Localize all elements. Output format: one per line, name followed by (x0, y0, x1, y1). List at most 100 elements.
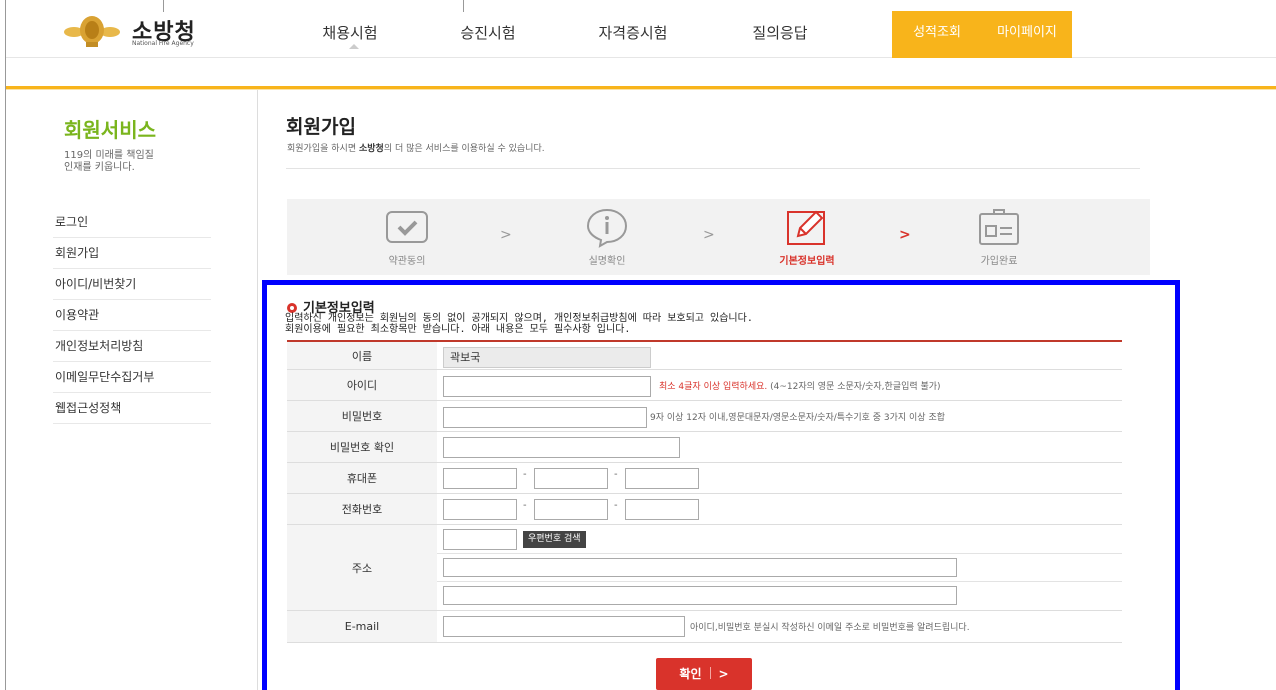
phone-field-3[interactable] (625, 499, 699, 520)
field-label: 주소 (287, 525, 437, 610)
nav-recruit-exam[interactable]: 채용시험 (286, 11, 414, 58)
dash-separator: - (614, 500, 618, 511)
field-cell: - - (437, 494, 1122, 524)
sidebar-description: 119의 미래를 책임질 인재를 키웁니다. (64, 150, 204, 174)
field-cell: - - (437, 463, 1122, 493)
nav-promotion-exam[interactable]: 승진시험 (424, 11, 552, 58)
password-confirm-field[interactable] (443, 437, 680, 458)
sidebar-item-email-refusal[interactable]: 이메일무단수집거부 (53, 362, 211, 393)
info-icon (586, 208, 628, 248)
sidebar-item-find-id-pw[interactable]: 아이디/비번찾기 (53, 269, 211, 300)
emblem-icon (64, 16, 120, 47)
step-verify: 실명확인 (547, 199, 667, 275)
email-hint: 아이디,비밀번호 분실시 작성하신 이메일 주소로 비밀번호를 알려드립니다. (690, 623, 970, 633)
field-cell: 9자 이상 12자 이내,영문대문자/영문소문자/숫자/특수기호 중 3가지 이… (437, 401, 1122, 431)
site-logo[interactable]: 소방청 National Fire Agency (64, 10, 224, 50)
form-row-mobile: 휴대폰 - - (287, 463, 1122, 494)
field-cell: 아이디,비밀번호 분실시 작성하신 이메일 주소로 비밀번호를 알려드립니다. (437, 611, 1122, 642)
sidebar: 회원서비스 119의 미래를 책임질 인재를 키웁니다. 로그인 회원가입 아이… (6, 90, 258, 690)
button-separator (709, 667, 711, 679)
page: { "header": { "logo_text": "소방청", "logo_… (0, 0, 1276, 690)
sidebar-item-terms[interactable]: 이용약관 (53, 300, 211, 331)
step-label: 가입완료 (980, 256, 1018, 267)
password-field[interactable] (443, 407, 647, 428)
address-field-2[interactable] (443, 586, 957, 605)
field-label: 비밀번호 (287, 401, 437, 431)
divider (437, 581, 1122, 582)
address-field-1[interactable] (443, 558, 957, 577)
sidebar-title: 회원서비스 (64, 118, 156, 142)
nav-license-exam[interactable]: 자격증시험 (568, 11, 698, 58)
email-field[interactable] (443, 616, 685, 637)
id-hint-rule: (4~12자의 영문 소문자/숫자,한글입력 불가) (770, 382, 941, 392)
form-row-address: 주소 우편번호 검색 (287, 525, 1122, 611)
nav-indicator (349, 44, 359, 49)
step-arrow: > (703, 227, 715, 243)
sidebar-desc-line: 119의 미래를 책임질 (64, 150, 154, 161)
sidebar-item-accessibility[interactable]: 웹접근성정책 (53, 393, 211, 424)
field-label: 이름 (287, 342, 437, 369)
zipcode-search-button[interactable]: 우편번호 검색 (523, 531, 586, 548)
step-label: 실명확인 (588, 256, 626, 267)
phone-field-1[interactable] (443, 499, 517, 520)
sidebar-desc-line: 인재를 키웁니다. (64, 162, 135, 173)
field-label: 비밀번호 확인 (287, 432, 437, 462)
form-notice-line: 입력하신 개인정보는 회원님의 동의 없이 공개되지 않으며, 개인정보취급방침… (285, 313, 753, 324)
pencil-icon (787, 210, 825, 245)
field-label: 아이디 (287, 370, 437, 400)
step-label: 약관동의 (388, 256, 426, 267)
sidebar-item-login[interactable]: 로그인 (53, 207, 211, 238)
sidebar-menu: 로그인 회원가입 아이디/비번찾기 이용약관 개인정보처리방침 이메일무단수집거… (53, 207, 211, 424)
nav-mypage[interactable]: 마이페이지 (982, 11, 1072, 58)
mobile-field-3[interactable] (625, 468, 699, 489)
field-label: E-mail (287, 611, 437, 642)
step-basic-info: 기본정보입력 (747, 199, 867, 275)
field-cell (437, 432, 1122, 462)
dash-separator: - (614, 469, 618, 480)
field-label: 전화번호 (287, 494, 437, 524)
divider (437, 553, 1122, 554)
site-header: 소방청 National Fire Agency 채용시험 승진시험 자격증시험… (6, 0, 1276, 58)
step-arrow: > (500, 227, 512, 243)
step-label: 기본정보입력 (779, 256, 835, 267)
password-hint: 9자 이상 12자 이내,영문대문자/영문소문자/숫자/특수기호 중 3가지 이… (650, 413, 946, 423)
bullet-icon (287, 303, 297, 313)
logo-subtitle: National Fire Agency (132, 40, 194, 47)
sidebar-item-privacy[interactable]: 개인정보처리방침 (53, 331, 211, 362)
id-hint: 최소 4글자 이상 입력하세요. (4~12자의 영문 소문자/숫자,한글입력 … (659, 379, 941, 392)
dash-separator: - (523, 500, 527, 511)
form-row-phone: 전화번호 - - (287, 494, 1122, 525)
form-notice-line: 회원이용에 필요한 최소항목만 받습니다. 아래 내용은 모두 필수사항 입니다… (285, 324, 631, 335)
desc-bold: 소방청 (358, 144, 384, 154)
field-cell: 곽보국 (437, 342, 1122, 369)
dash-separator: - (523, 469, 527, 480)
name-field: 곽보국 (443, 347, 651, 368)
mobile-field-2[interactable] (534, 468, 608, 489)
field-cell: 우편번호 검색 (437, 525, 1122, 610)
nav-score-inquiry[interactable]: 성적조회 (892, 11, 982, 58)
phone-field-2[interactable] (534, 499, 608, 520)
nav-qna[interactable]: 질의응답 (716, 11, 844, 58)
desc-text: 의 더 많은 서비스를 이용하실 수 있습니다. (383, 144, 545, 154)
submit-label: 확인 (679, 667, 702, 681)
field-label: 휴대폰 (287, 463, 437, 493)
step-arrow-active: > (899, 227, 911, 243)
form-row-password-confirm: 비밀번호 확인 (287, 432, 1122, 463)
sidebar-item-signup[interactable]: 회원가입 (53, 238, 211, 269)
form-row-id: 아이디 최소 4글자 이상 입력하세요. (4~12자의 영문 소문자/숫자,한… (287, 370, 1122, 401)
step-complete: 가입완료 (939, 199, 1059, 275)
chevron-right-icon: > (718, 667, 729, 681)
desc-text: 회원가입을 하시면 (287, 144, 359, 154)
submit-button[interactable]: 확인 > (656, 658, 752, 690)
signup-form: 이름 곽보국 아이디 최소 4글자 이상 입력하세요. (4~12자의 영문 소… (287, 340, 1122, 643)
step-agree: 약관동의 (347, 199, 467, 275)
mobile-field-1[interactable] (443, 468, 517, 489)
id-card-icon (979, 209, 1019, 245)
zipcode-field[interactable] (443, 529, 517, 550)
signup-steps: 약관동의 > 실명확인 > 기본정보입력 > 가입완료 (287, 199, 1150, 275)
divider (286, 168, 1140, 169)
form-notice: 입력하신 개인정보는 회원님의 동의 없이 공개되지 않으며, 개인정보취급방침… (285, 313, 753, 335)
id-field[interactable] (443, 376, 651, 397)
checkbox-icon (386, 211, 428, 243)
form-row-name: 이름 곽보국 (287, 342, 1122, 370)
